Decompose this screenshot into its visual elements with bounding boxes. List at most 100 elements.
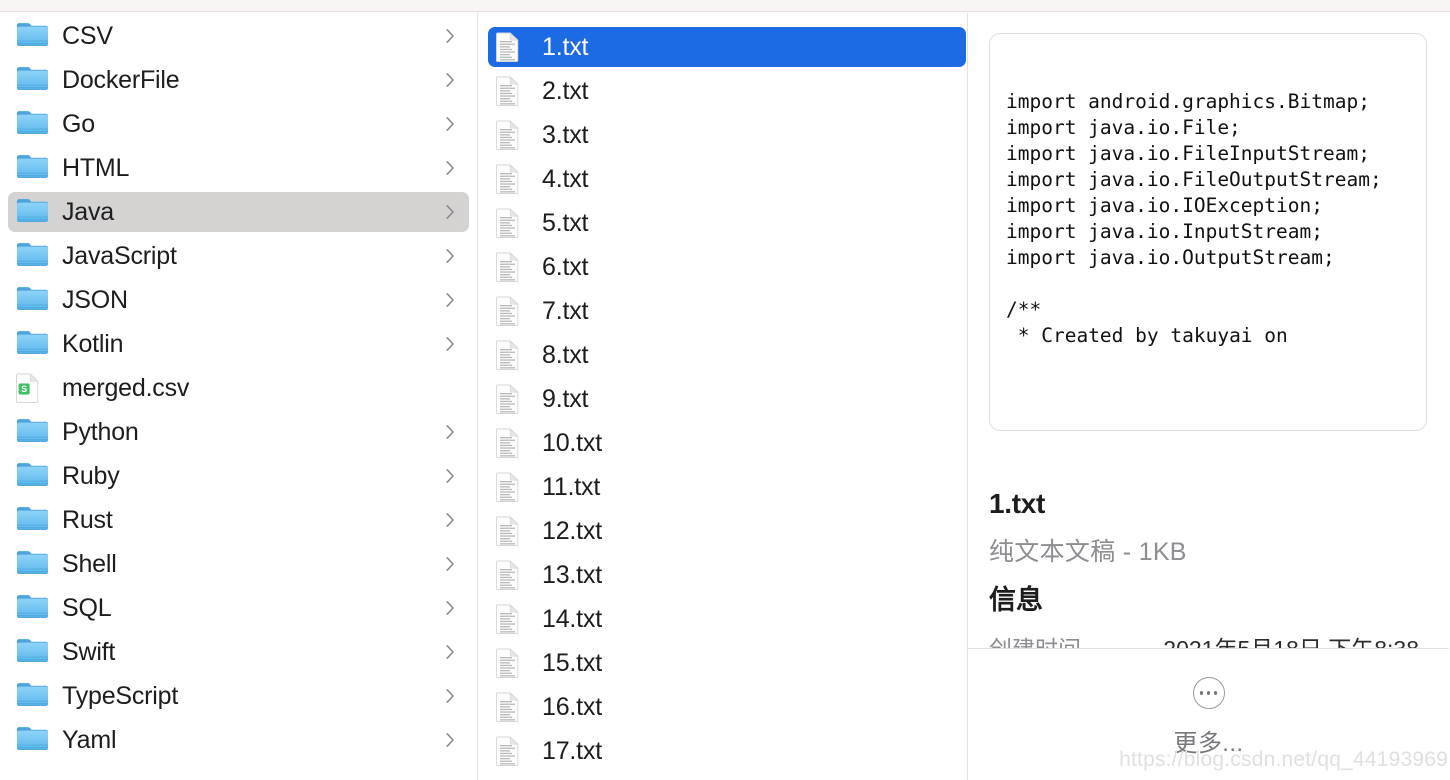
file-row[interactable]: 7.txt [488, 291, 966, 331]
chevron-right-icon[interactable] [446, 513, 455, 528]
folder-row[interactable]: Java [8, 192, 469, 232]
file-row[interactable]: 12.txt [488, 511, 966, 551]
row-label: Python [62, 417, 139, 446]
folder-row[interactable]: HTML [8, 148, 469, 188]
row-label: DockerFile [62, 65, 180, 94]
ellipsis-circle-icon[interactable] [1192, 677, 1225, 709]
column-folders[interactable]: CSV DockerFile Go HTML Java JavaScript JSON Kot… [0, 13, 478, 780]
preview-scroll-area[interactable]: import android.graphics.Bitmap; import j… [968, 13, 1449, 648]
text-file-icon [496, 604, 528, 634]
folder-icon [16, 637, 48, 667]
file-row[interactable]: Smerged.csv [8, 368, 469, 408]
text-file-icon [496, 76, 528, 106]
chevron-right-icon[interactable] [446, 601, 455, 616]
file-row[interactable]: 5.txt [488, 203, 966, 243]
row-label: 10.txt [542, 428, 602, 457]
file-row[interactable]: 10.txt [488, 423, 966, 463]
folder-icon [16, 417, 48, 447]
file-row[interactable]: 13.txt [488, 555, 966, 595]
chevron-right-icon[interactable] [446, 293, 455, 308]
folder-row[interactable]: CSV [8, 16, 469, 56]
chevron-right-icon[interactable] [446, 689, 455, 704]
text-file-icon [496, 120, 528, 150]
file-row[interactable]: 9.txt [488, 379, 966, 419]
chevron-right-icon[interactable] [446, 29, 455, 44]
finder-window: CSV DockerFile Go HTML Java JavaScript JSON Kot… [0, 0, 1450, 780]
preview-file-name: 1.txt [989, 488, 1046, 519]
row-label: Ruby [62, 461, 120, 490]
chevron-right-icon[interactable] [446, 117, 455, 132]
file-row[interactable]: 15.txt [488, 643, 966, 683]
column-files[interactable]: 1.txt 2.txt 3.txt 4.txt 5.txt 6.txt 7.txt 8.txt… [478, 13, 968, 780]
more-button-label[interactable]: 更多... [1173, 723, 1243, 758]
folder-icon [16, 21, 48, 51]
file-row[interactable]: 14.txt [488, 599, 966, 639]
folder-icon [16, 549, 48, 579]
folder-row[interactable]: DockerFile [8, 60, 469, 100]
row-label: 7.txt [542, 296, 589, 325]
folder-row[interactable]: TypeScript [8, 676, 469, 716]
folder-icon [16, 681, 48, 711]
folder-row[interactable]: Ruby [8, 456, 469, 496]
folder-icon [16, 153, 48, 183]
text-file-icon [496, 736, 528, 766]
chevron-right-icon[interactable] [446, 249, 455, 264]
preview-more-footer[interactable]: 更多... [968, 648, 1449, 780]
folder-row[interactable]: JSON [8, 280, 469, 320]
folder-row[interactable]: Kotlin [8, 324, 469, 364]
folder-row[interactable]: Swift [8, 632, 469, 672]
folder-icon [16, 241, 48, 271]
row-label: JavaScript [62, 241, 177, 270]
file-row[interactable]: 8.txt [488, 335, 966, 375]
row-label: 13.txt [542, 560, 602, 589]
row-label: 8.txt [542, 340, 589, 369]
file-row[interactable]: 4.txt [488, 159, 966, 199]
row-label: TypeScript [62, 681, 179, 710]
folder-row[interactable]: SQL [8, 588, 469, 628]
text-file-icon [496, 472, 528, 502]
row-label: merged.csv [62, 373, 190, 402]
row-label: Swift [62, 637, 116, 666]
file-row[interactable]: 3.txt [488, 115, 966, 155]
chevron-right-icon[interactable] [446, 557, 455, 572]
text-file-icon [496, 164, 528, 194]
chevron-right-icon[interactable] [446, 337, 455, 352]
folder-icon [16, 197, 48, 227]
chevron-right-icon[interactable] [446, 425, 455, 440]
folder-row[interactable]: Shell [8, 544, 469, 584]
folder-icon [16, 461, 48, 491]
text-file-icon [496, 560, 528, 590]
row-label: 11.txt [542, 472, 601, 501]
folder-row[interactable]: Python [8, 412, 469, 452]
chevron-right-icon[interactable] [446, 161, 455, 176]
info-row-created: 创建时间 2021年5月18日 下午8:38 [989, 630, 1419, 648]
file-list: 1.txt 2.txt 3.txt 4.txt 5.txt 6.txt 7.txt 8.txt… [478, 13, 967, 771]
ellipsis-dot [1206, 691, 1211, 695]
chevron-right-icon[interactable] [446, 205, 455, 220]
folder-row[interactable]: Go [8, 104, 469, 144]
chevron-right-icon[interactable] [446, 73, 455, 88]
chevron-right-icon[interactable] [446, 733, 455, 748]
info-key-created: 创建时间 [989, 630, 1163, 648]
folder-row[interactable]: JavaScript [8, 236, 469, 276]
row-label: 4.txt [542, 164, 589, 193]
file-row[interactable]: 17.txt [488, 731, 966, 771]
preview-info-heading: 信息 [989, 585, 1043, 615]
file-row[interactable]: 2.txt [488, 71, 966, 111]
row-label: JSON [62, 285, 128, 314]
row-label: Shell [62, 549, 117, 578]
row-label: HTML [62, 153, 130, 182]
file-row[interactable]: 6.txt [488, 247, 966, 287]
folder-row[interactable]: Rust [8, 500, 469, 540]
row-label: 17.txt [542, 736, 602, 765]
file-row[interactable]: 16.txt [488, 687, 966, 727]
file-row[interactable]: 1.txt [488, 27, 966, 67]
row-label: 12.txt [542, 516, 602, 545]
folder-row[interactable]: Yaml [8, 720, 469, 760]
window-toolbar [0, 0, 1450, 12]
file-row[interactable]: 11.txt [488, 467, 966, 507]
chevron-right-icon[interactable] [446, 469, 455, 484]
row-label: 16.txt [542, 692, 602, 721]
chevron-right-icon[interactable] [446, 645, 455, 660]
row-label: CSV [62, 21, 113, 50]
